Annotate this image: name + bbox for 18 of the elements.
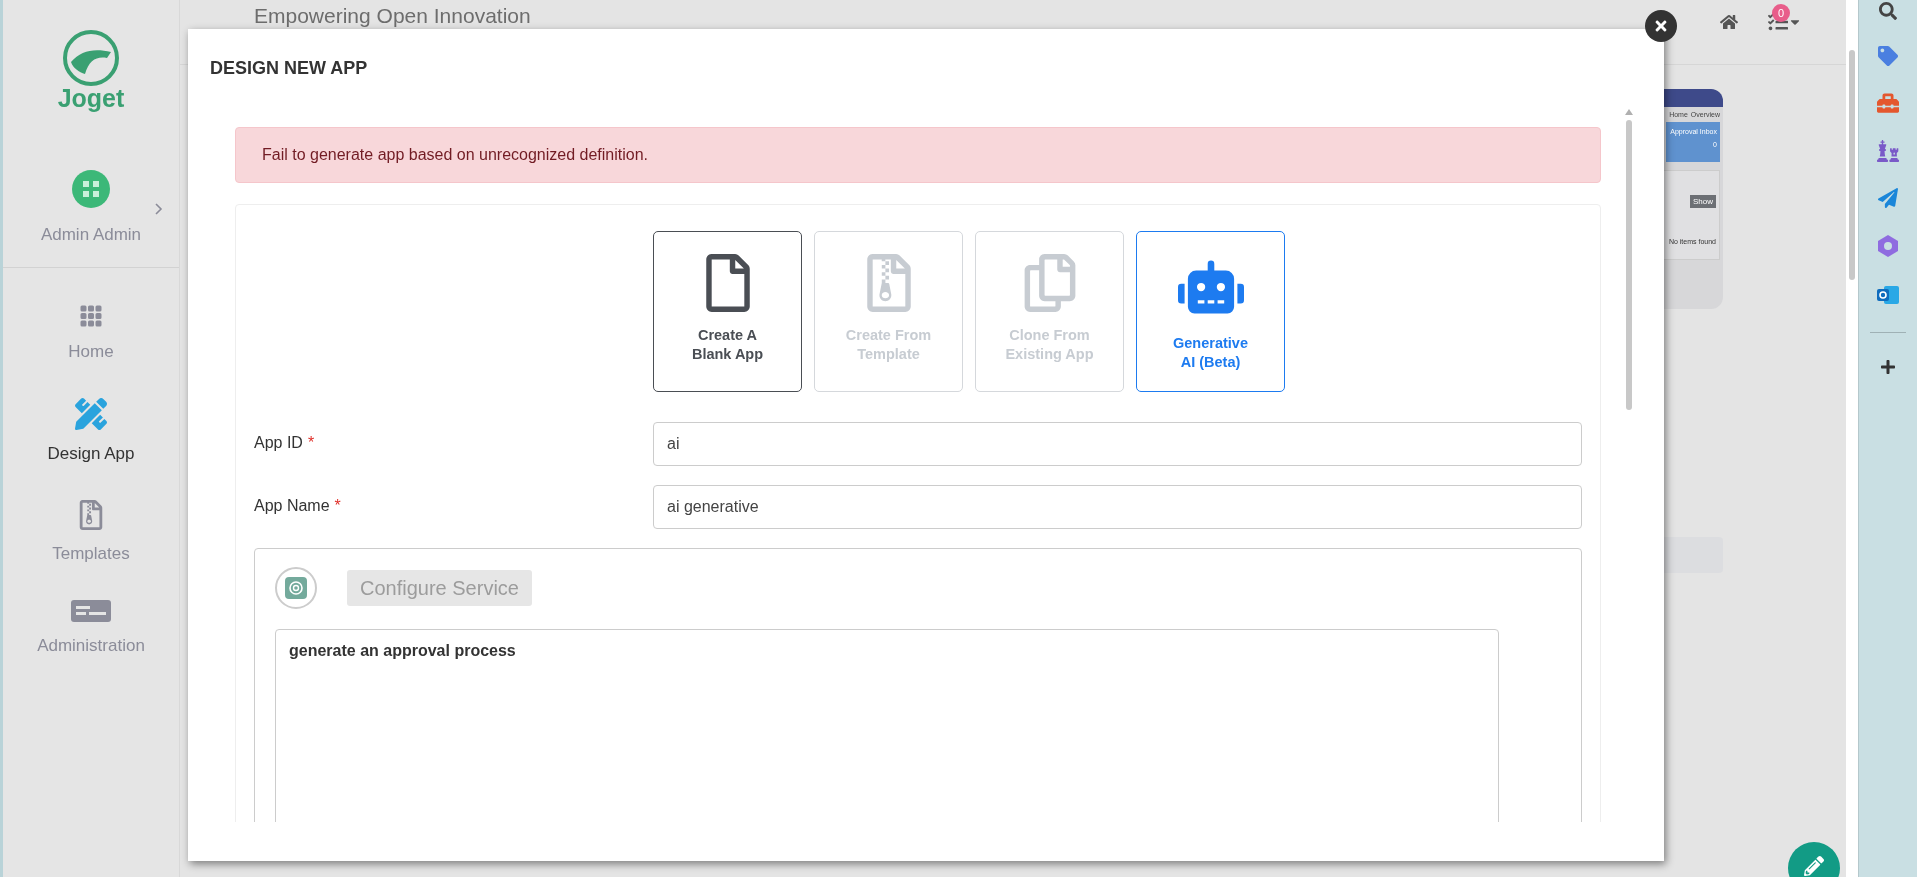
prompt-field[interactable]: generate an approval process: [275, 629, 1499, 822]
nav-item[interactable]: Templates: [52, 500, 130, 564]
dialog-title: DESIGN NEW APP: [209, 57, 369, 80]
nav-item[interactable]: Administration: [37, 600, 145, 656]
logo-text: Joget: [57, 84, 125, 113]
text-field[interactable]: ai: [653, 422, 1582, 466]
text-field[interactable]: ai generative: [653, 485, 1582, 529]
field-label: App Name *: [254, 496, 342, 515]
nav-item[interactable]: Home: [68, 304, 114, 362]
notification-badge: 0: [1772, 4, 1790, 22]
configure-service-button[interactable]: Configure Service: [347, 570, 532, 606]
user-name[interactable]: Admin Admin: [40, 225, 142, 245]
nav-item[interactable]: Design App: [47, 398, 135, 464]
page-title: Empowering Open Innovation: [254, 4, 531, 28]
option-card[interactable]: Create A Blank App: [653, 231, 802, 392]
option-card[interactable]: Generative AI (Beta): [1136, 231, 1285, 392]
error-alert: Fail to generate app based on unrecognized definition.: [235, 127, 1601, 183]
field-label: App ID *: [254, 433, 316, 452]
